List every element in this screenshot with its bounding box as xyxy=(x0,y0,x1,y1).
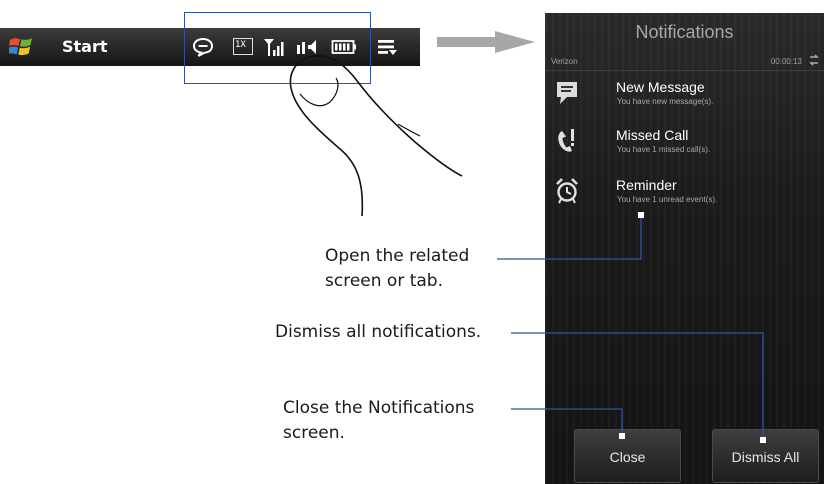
open-screen-callout-dot xyxy=(638,212,644,218)
close-screen-callout-line2: screen. xyxy=(283,423,345,443)
open-screen-callout: Open the related screen or tab. xyxy=(325,244,469,294)
open-screen-callout-line2: screen or tab. xyxy=(325,271,443,291)
dismiss-callout-line xyxy=(511,332,764,440)
close-screen-callout: Close the Notifications screen. xyxy=(283,396,474,446)
open-screen-callout-line xyxy=(497,215,642,260)
open-screen-callout-line1: Open the related xyxy=(325,246,470,266)
close-screen-callout-line1: Close the Notifications xyxy=(283,398,475,418)
close-callout-line xyxy=(511,408,623,436)
dismiss-all-callout: Dismiss all notifications. xyxy=(275,322,482,342)
close-callout-dot xyxy=(619,433,625,439)
dismiss-callout-dot xyxy=(760,437,766,443)
